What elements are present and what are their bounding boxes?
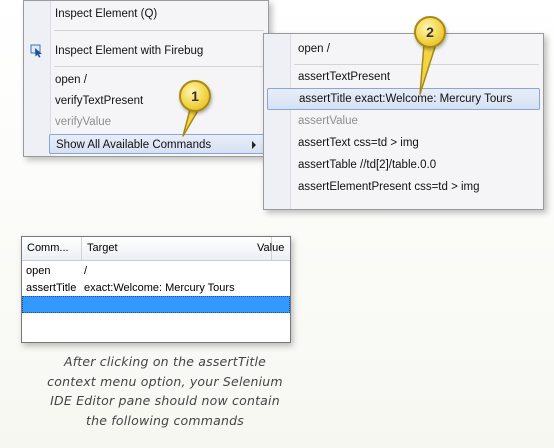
- menu-item-label: Show All Available Commands: [56, 139, 212, 151]
- menu-item-label: verifyValue: [55, 116, 112, 128]
- menu-item-label: Inspect Element (Q): [55, 8, 158, 20]
- menu-item-open[interactable]: open /: [51, 70, 265, 90]
- command-cell: open: [26, 265, 51, 277]
- ide-editor-pane: Comm... Target Value open / assertTitle …: [21, 236, 291, 343]
- caption-line: the following commands: [86, 412, 244, 428]
- submenu-item-assert-value: assertValue: [292, 111, 540, 131]
- menu-icon-gutter: [264, 34, 291, 209]
- column-header-label: Comm...: [27, 242, 69, 254]
- firebug-icon: [29, 43, 45, 59]
- menu-item-inspect-element[interactable]: Inspect Element (Q): [51, 4, 265, 24]
- table-header: Comm... Target Value: [22, 237, 290, 261]
- menu-item-label: assertTextPresent: [298, 71, 391, 83]
- column-header-value[interactable]: Value: [252, 237, 290, 260]
- menu-item-label: Inspect Element with Firebug: [55, 45, 204, 57]
- menu-item-label: assertTitle exact:Welcome: Mercury Tours: [299, 93, 513, 105]
- menu-item-label: verifyTextPresent: [55, 95, 144, 107]
- menu-item-label: assertText css=td > img: [298, 137, 419, 149]
- caption-line: IDE Editor pane should now contain: [50, 393, 280, 408]
- callout-two: 2: [414, 16, 446, 48]
- submenu-item-assert-title[interactable]: assertTitle exact:Welcome: Mercury Tours: [267, 88, 540, 110]
- column-header-target[interactable]: Target: [82, 237, 272, 260]
- column-header-label: Value: [257, 242, 285, 254]
- submenu-item-assert-element-present[interactable]: assertElementPresent css=td > img: [292, 177, 540, 197]
- callout-one: 1: [179, 80, 211, 112]
- caption-line: After clicking on the assertTitle: [63, 354, 267, 369]
- caption-line: context menu option, your Selenium: [47, 373, 283, 389]
- column-header-label: Target: [87, 242, 118, 254]
- command-cell: assertTitle: [26, 282, 77, 294]
- context-menu: Inspect Element (Q) Inspect Element with…: [23, 0, 269, 157]
- menu-item-label: assertElementPresent css=td > img: [298, 181, 480, 193]
- callout-two-pointer: [419, 43, 437, 95]
- menu-item-verify-text-present[interactable]: verifyTextPresent: [51, 91, 265, 111]
- menu-item-label: open /: [298, 43, 330, 55]
- menu-item-show-all-commands[interactable]: Show All Available Commands: [49, 134, 265, 154]
- target-cell: exact:Welcome: Mercury Tours: [84, 282, 235, 294]
- menu-item-inspect-firebug[interactable]: Inspect Element with Firebug: [24, 41, 265, 61]
- submenu-item-assert-table[interactable]: assertTable //td[2]/table.0.0: [292, 155, 540, 175]
- table-row-selected-empty[interactable]: [22, 296, 290, 313]
- callout-number: 1: [191, 88, 199, 104]
- column-header-command[interactable]: Comm...: [22, 237, 82, 260]
- menu-item-verify-value: verifyValue: [51, 112, 265, 132]
- target-cell: /: [84, 265, 88, 277]
- submenu-all-commands: open / assertTextPresent assertTitle exa…: [263, 33, 544, 210]
- submenu-item-assert-text[interactable]: assertText css=td > img: [292, 133, 540, 153]
- menu-separator: [54, 66, 264, 67]
- menu-separator: [54, 30, 264, 31]
- menu-item-label: assertValue: [298, 115, 358, 127]
- callout-number: 2: [426, 24, 434, 40]
- menu-item-label: assertTable //td[2]/table.0.0: [298, 159, 437, 171]
- table-row[interactable]: assertTitle exact:Welcome: Mercury Tours: [22, 280, 290, 296]
- instruction-caption: After clicking on the assertTitle contex…: [35, 352, 295, 430]
- table-row[interactable]: open /: [22, 263, 290, 279]
- submenu-arrow-icon: [252, 141, 256, 149]
- menu-item-label: open /: [55, 74, 87, 86]
- menu-icon-gutter: [24, 1, 51, 156]
